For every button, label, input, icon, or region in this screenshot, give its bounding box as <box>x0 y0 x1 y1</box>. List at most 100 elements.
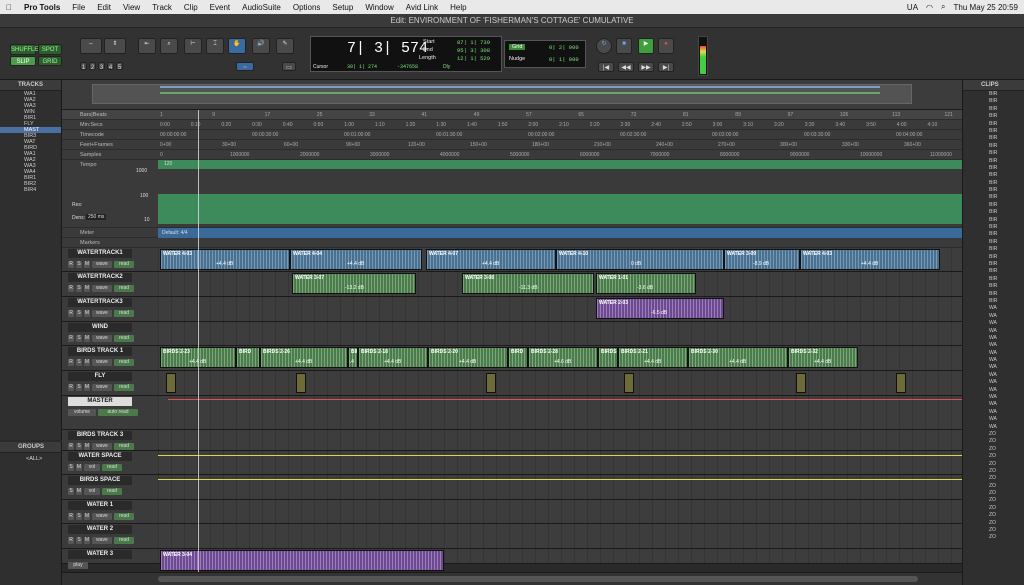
track-button-volume[interactable]: volume <box>68 409 96 416</box>
clip-list-item[interactable]: ZO <box>963 490 1024 497</box>
clip-list-item[interactable]: WA <box>963 379 1024 386</box>
fly-clip[interactable] <box>624 373 634 393</box>
return-to-zero-icon[interactable]: |◀ <box>598 62 614 72</box>
menu-help[interactable]: Help <box>444 3 472 12</box>
menu-window[interactable]: Window <box>359 3 399 12</box>
clip-list-item[interactable]: BIR <box>963 187 1024 194</box>
clip-list-item[interactable]: BIR <box>963 239 1024 246</box>
start-value[interactable]: 87| 1| 739 <box>457 39 490 46</box>
audio-clip[interactable]: WATER 4-03 +4.4 dB <box>160 249 290 270</box>
track-button-read[interactable]: read <box>114 359 134 366</box>
track-name[interactable]: WATERTRACK1 <box>68 249 132 258</box>
clip-list-item[interactable]: ZO <box>963 431 1024 438</box>
meter-ruler[interactable]: Meter Default: 4/4 <box>62 228 962 238</box>
clip-list-item[interactable]: WA <box>963 364 1024 371</box>
water-space-automation-line[interactable] <box>158 455 962 456</box>
menu-track[interactable]: Track <box>146 3 178 12</box>
clip-list-item[interactable]: WA <box>963 424 1024 431</box>
audio-clip[interactable]: WATER 3-07 -13.2 dB <box>292 273 416 294</box>
app-menu[interactable]: Pro Tools <box>18 3 66 12</box>
loop-icon[interactable]: ↻ <box>596 38 612 54</box>
track-button-wave[interactable]: wave <box>92 359 112 366</box>
track-name[interactable]: WATER SPACE <box>68 452 132 461</box>
zoom-horizontal-icon[interactable]: ⇔ <box>80 38 102 54</box>
clip-list-item[interactable]: BIR <box>963 268 1024 275</box>
track-button-read[interactable]: read <box>114 443 134 450</box>
track-button-read[interactable]: read <box>114 335 134 342</box>
clip-list-item[interactable]: BIR <box>963 202 1024 209</box>
menu-audiosuite[interactable]: AudioSuite <box>236 3 287 12</box>
record-icon[interactable]: ● <box>658 38 674 54</box>
clip-list-item[interactable]: BIR <box>963 165 1024 172</box>
clip-list-item[interactable]: BIR <box>963 113 1024 120</box>
audio-clip[interactable]: BIRDS 2-20 +4.4 dB <box>428 347 508 368</box>
fly-clip[interactable] <box>486 373 496 393</box>
clip-list-item[interactable]: ZO <box>963 527 1024 534</box>
track-button-vol[interactable]: vol <box>84 488 100 495</box>
track-button-wave[interactable]: wave <box>92 513 112 520</box>
fly-clip[interactable] <box>796 373 806 393</box>
audio-clip[interactable]: BIRDS 2-18 +4.4 dB <box>358 347 428 368</box>
clip-list-item[interactable]: ZO <box>963 453 1024 460</box>
menu-event[interactable]: Event <box>204 3 236 12</box>
audio-clip[interactable]: WATER 2-03 -6.5 dB <box>596 298 724 319</box>
track-button-wave[interactable]: wave <box>92 310 112 317</box>
slip-mode-button[interactable]: SLIP <box>10 56 36 66</box>
end-value[interactable]: 95| 3| 308 <box>457 47 490 54</box>
keyboard-layout[interactable]: UA <box>907 3 918 12</box>
track-button-S[interactable]: S <box>76 537 82 544</box>
audio-clip[interactable]: BIRD <box>508 347 528 368</box>
track-button-wave[interactable]: wave <box>92 285 112 292</box>
clip-list-item[interactable]: WA <box>963 394 1024 401</box>
zoom-preset-3[interactable]: 3 <box>98 62 105 71</box>
spot-mode-button[interactable]: SPOT <box>38 44 62 55</box>
track-button-M[interactable]: M <box>76 488 82 495</box>
minsecs-ruler[interactable]: Min:Secs 0:00 0:10 0:20 0:30 0:40 0:50 1:00 1:1… <box>62 120 962 130</box>
clip-list-item[interactable]: WA <box>963 335 1024 342</box>
track-button-read[interactable]: read <box>114 261 134 268</box>
zoom-vertical-icon[interactable]: ⇕ <box>104 38 126 54</box>
universe-overview[interactable] <box>62 80 962 110</box>
clip-list-item[interactable]: BIR <box>963 172 1024 179</box>
clip-list-item[interactable]: BIR <box>963 231 1024 238</box>
track-name[interactable]: FLY <box>68 372 132 381</box>
group-all[interactable]: <ALL> <box>0 456 61 462</box>
clip-list-item[interactable]: WA <box>963 372 1024 379</box>
master-automation-line[interactable] <box>168 399 962 400</box>
clip-list-item[interactable]: WA <box>963 409 1024 416</box>
zoom-preset-5[interactable]: 5 <box>116 62 123 71</box>
track-button-S[interactable]: S <box>68 464 74 471</box>
track-button-M[interactable]: M <box>84 443 90 450</box>
menu-file[interactable]: File <box>66 3 91 12</box>
track-button-wave[interactable]: wave <box>92 537 112 544</box>
grid-label[interactable]: Grid <box>509 44 526 50</box>
track-button-wave[interactable]: wave <box>92 384 112 391</box>
track-button-R[interactable]: R <box>68 443 74 450</box>
clip-list-item[interactable]: BIR <box>963 150 1024 157</box>
track-name[interactable]: WATER 3 <box>68 550 132 559</box>
audio-clip[interactable]: WATER 3-08 -11.3 dB <box>462 273 594 294</box>
timecode-ruler[interactable]: Timecode 00:00:00:00 00:00:30:00 00:01:00:… <box>62 130 962 140</box>
track-button-read[interactable]: read <box>114 384 134 391</box>
track-name[interactable]: WATERTRACK3 <box>68 298 132 307</box>
main-counter[interactable]: 7| 3| 574 <box>347 40 428 57</box>
birds-space-automation-line[interactable] <box>158 479 962 480</box>
trimmer-tool-icon[interactable]: ⊢ <box>184 38 202 54</box>
selector-tool-icon[interactable]: ⌶ <box>206 38 224 54</box>
clip-list-item[interactable]: BIR <box>963 217 1024 224</box>
track-button-S[interactable]: S <box>76 310 82 317</box>
clip-list-item[interactable]: WA <box>963 305 1024 312</box>
track-button-read[interactable]: read <box>114 537 134 544</box>
clip-list-item[interactable]: BIR <box>963 106 1024 113</box>
clip-list-item[interactable]: ZO <box>963 534 1024 541</box>
clip-list-item[interactable]: WA <box>963 320 1024 327</box>
track-name[interactable]: BIRDS TRACK 3 <box>68 431 132 440</box>
clip-list-item[interactable]: BIR <box>963 180 1024 187</box>
track-button-R[interactable]: R <box>68 335 74 342</box>
zoomer-tool-icon[interactable]: ⌕ <box>160 38 178 54</box>
smart-tool-icon[interactable]: ~ <box>236 62 254 71</box>
track-button-S[interactable]: S <box>76 443 82 450</box>
track-button-S[interactable]: S <box>76 513 82 520</box>
track-name[interactable]: WIND <box>68 323 132 332</box>
markers-ruler[interactable]: Markers <box>62 238 962 248</box>
